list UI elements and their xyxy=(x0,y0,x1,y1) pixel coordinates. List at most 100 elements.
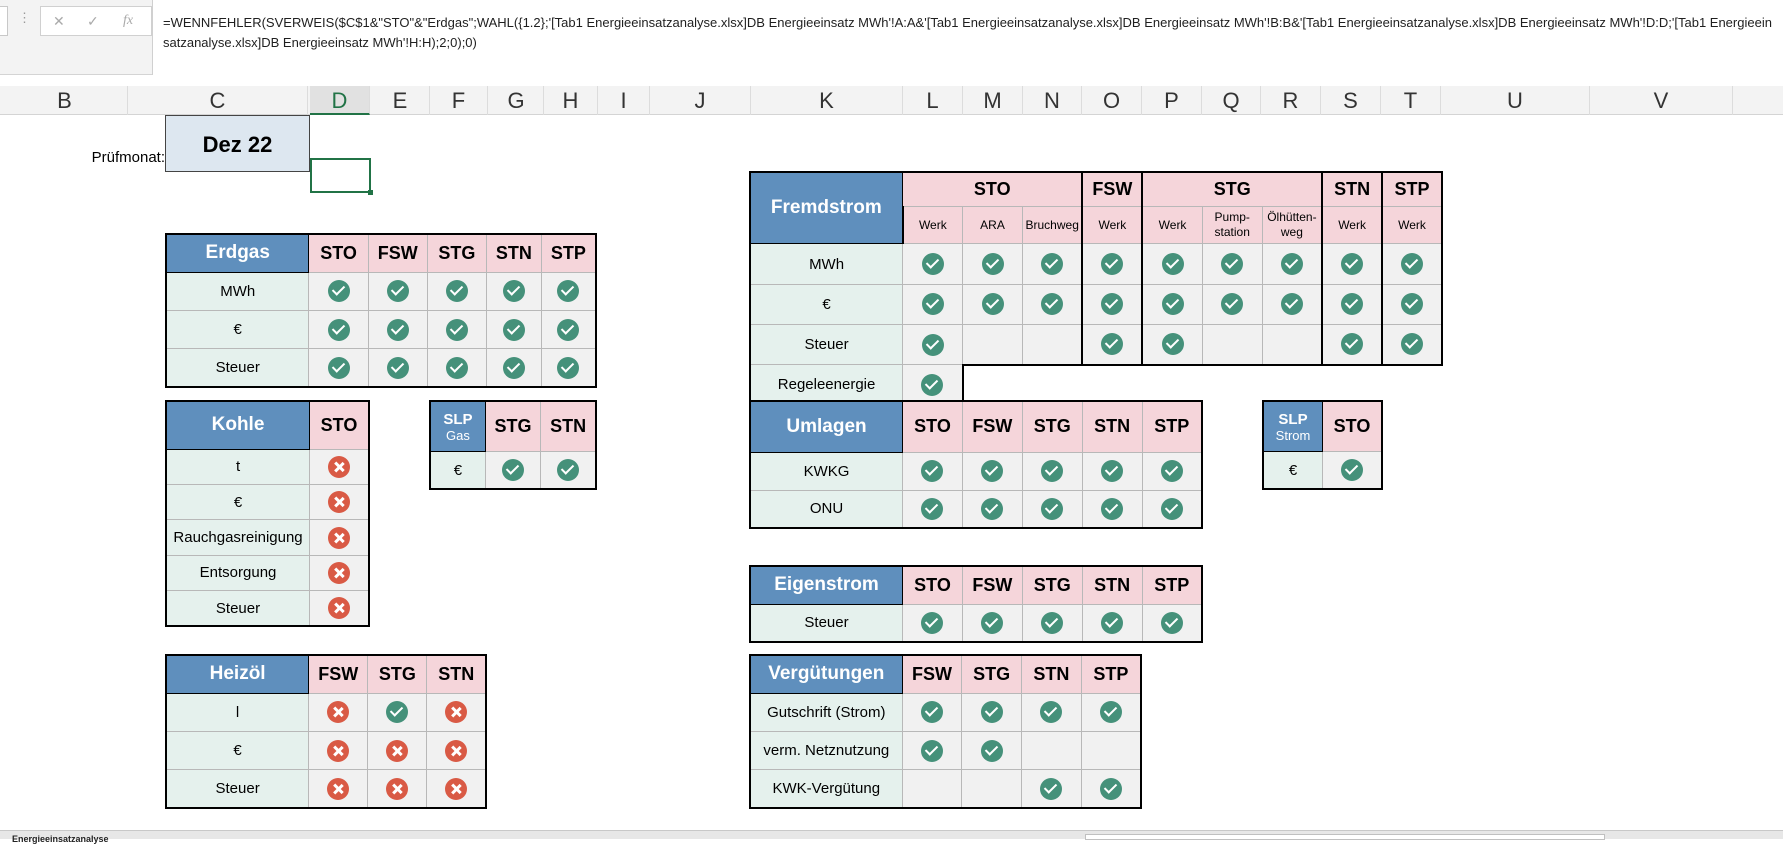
status-cell[interactable] xyxy=(961,603,1023,643)
status-cell[interactable] xyxy=(1201,283,1263,325)
status-cell[interactable] xyxy=(1021,451,1083,491)
status-cell[interactable] xyxy=(426,271,488,312)
status-cell[interactable] xyxy=(426,692,487,733)
status-cell[interactable] xyxy=(961,692,1023,733)
status-cell[interactable] xyxy=(309,519,370,556)
status-cell[interactable] xyxy=(426,309,488,350)
column-header-f[interactable]: F xyxy=(430,86,488,115)
status-cell[interactable] xyxy=(901,692,963,733)
more-icon[interactable]: ⋮ xyxy=(18,10,31,26)
pruefmonat-value[interactable]: Dez 22 xyxy=(165,115,310,172)
status-cell[interactable] xyxy=(308,730,369,771)
cancel-icon[interactable]: ✕ xyxy=(53,13,65,30)
status-cell[interactable] xyxy=(1381,283,1443,325)
status-cell[interactable] xyxy=(1141,489,1203,529)
crossed-cell[interactable] xyxy=(1261,323,1323,366)
column-header-o[interactable]: O xyxy=(1082,86,1142,115)
status-cell[interactable] xyxy=(367,769,428,809)
status-cell[interactable] xyxy=(308,769,369,809)
fx-icon[interactable]: fx xyxy=(123,13,133,29)
status-cell[interactable] xyxy=(1081,243,1143,285)
status-cell[interactable] xyxy=(1021,283,1083,325)
column-header-i[interactable]: I xyxy=(598,86,650,115)
worksheet[interactable]: Prüfmonat: Dez 22 Erdgas STO FSW STG STN STP M… xyxy=(0,115,1783,830)
status-cell[interactable] xyxy=(961,451,1023,491)
crossed-cell[interactable] xyxy=(1021,323,1083,366)
name-box[interactable] xyxy=(0,6,8,36)
column-header-d[interactable]: D xyxy=(310,86,370,115)
status-cell[interactable] xyxy=(1081,603,1143,643)
status-cell[interactable] xyxy=(540,451,597,490)
status-cell[interactable] xyxy=(1021,603,1083,643)
crossed-cell[interactable] xyxy=(1080,730,1142,771)
status-cell[interactable] xyxy=(540,271,597,312)
column-header-h[interactable]: H xyxy=(544,86,598,115)
column-header-c[interactable]: C xyxy=(128,86,308,115)
status-cell[interactable] xyxy=(1081,489,1143,529)
status-cell[interactable] xyxy=(1081,451,1143,491)
status-cell[interactable] xyxy=(902,243,964,285)
column-header-l[interactable]: L xyxy=(903,86,963,115)
status-cell[interactable] xyxy=(902,323,964,366)
status-cell[interactable] xyxy=(902,364,964,407)
status-cell[interactable] xyxy=(426,730,487,771)
status-cell[interactable] xyxy=(1321,283,1383,325)
crossed-cell[interactable] xyxy=(1021,730,1082,771)
status-cell[interactable] xyxy=(486,309,542,350)
status-cell[interactable] xyxy=(1141,323,1203,366)
column-header-k[interactable]: K xyxy=(751,86,903,115)
status-cell[interactable] xyxy=(1081,323,1143,366)
status-cell[interactable] xyxy=(367,271,428,312)
status-cell[interactable] xyxy=(1081,283,1143,325)
status-cell[interactable] xyxy=(367,348,428,388)
status-cell[interactable] xyxy=(1021,243,1083,285)
status-cell[interactable] xyxy=(484,451,542,490)
column-header-q[interactable]: Q xyxy=(1202,86,1261,115)
column-header-t[interactable]: T xyxy=(1381,86,1441,115)
crossed-cell[interactable] xyxy=(1201,323,1263,366)
status-cell[interactable] xyxy=(1080,769,1142,809)
status-cell[interactable] xyxy=(1141,283,1203,325)
status-cell[interactable] xyxy=(308,692,369,733)
status-cell[interactable] xyxy=(1141,243,1203,285)
column-header-b[interactable]: B xyxy=(2,86,128,115)
horizontal-scrollbar[interactable] xyxy=(1085,834,1605,840)
status-cell[interactable] xyxy=(1321,323,1383,366)
status-cell[interactable] xyxy=(1141,451,1203,491)
column-header-j[interactable]: J xyxy=(650,86,751,115)
status-cell[interactable] xyxy=(308,309,369,350)
column-header-s[interactable]: S xyxy=(1321,86,1381,115)
status-cell[interactable] xyxy=(1021,692,1082,733)
status-cell[interactable] xyxy=(962,283,1023,325)
status-cell[interactable] xyxy=(1201,243,1263,285)
status-cell[interactable] xyxy=(1321,243,1383,285)
status-cell[interactable] xyxy=(426,348,488,388)
status-cell[interactable] xyxy=(1381,243,1443,285)
formula-input[interactable]: =WENNFEHLER(SVERWEIS($C$1&"STO"&"Erdgas"… xyxy=(152,0,1783,75)
status-cell[interactable] xyxy=(308,348,369,388)
crossed-cell[interactable] xyxy=(961,769,1023,809)
column-header-e[interactable]: E xyxy=(371,86,430,115)
status-cell[interactable] xyxy=(308,271,369,312)
status-cell[interactable] xyxy=(961,489,1023,529)
status-cell[interactable] xyxy=(1021,769,1082,809)
status-cell[interactable] xyxy=(902,603,963,643)
status-cell[interactable] xyxy=(540,348,597,388)
status-cell[interactable] xyxy=(962,243,1023,285)
crossed-cell[interactable] xyxy=(962,323,1023,366)
column-header-r[interactable]: R xyxy=(1261,86,1321,115)
status-cell[interactable] xyxy=(902,451,963,491)
status-cell[interactable] xyxy=(367,692,428,733)
status-cell[interactable] xyxy=(309,554,370,592)
enter-icon[interactable]: ✓ xyxy=(87,13,99,30)
status-cell[interactable] xyxy=(961,730,1023,771)
status-cell[interactable] xyxy=(1080,692,1142,733)
column-header-u[interactable]: U xyxy=(1441,86,1590,115)
status-cell[interactable] xyxy=(309,590,370,627)
status-cell[interactable] xyxy=(486,348,542,388)
status-cell[interactable] xyxy=(540,309,597,350)
status-cell[interactable] xyxy=(902,283,964,325)
status-cell[interactable] xyxy=(426,769,487,809)
status-cell[interactable] xyxy=(1381,323,1443,366)
column-header-g[interactable]: G xyxy=(489,86,544,115)
